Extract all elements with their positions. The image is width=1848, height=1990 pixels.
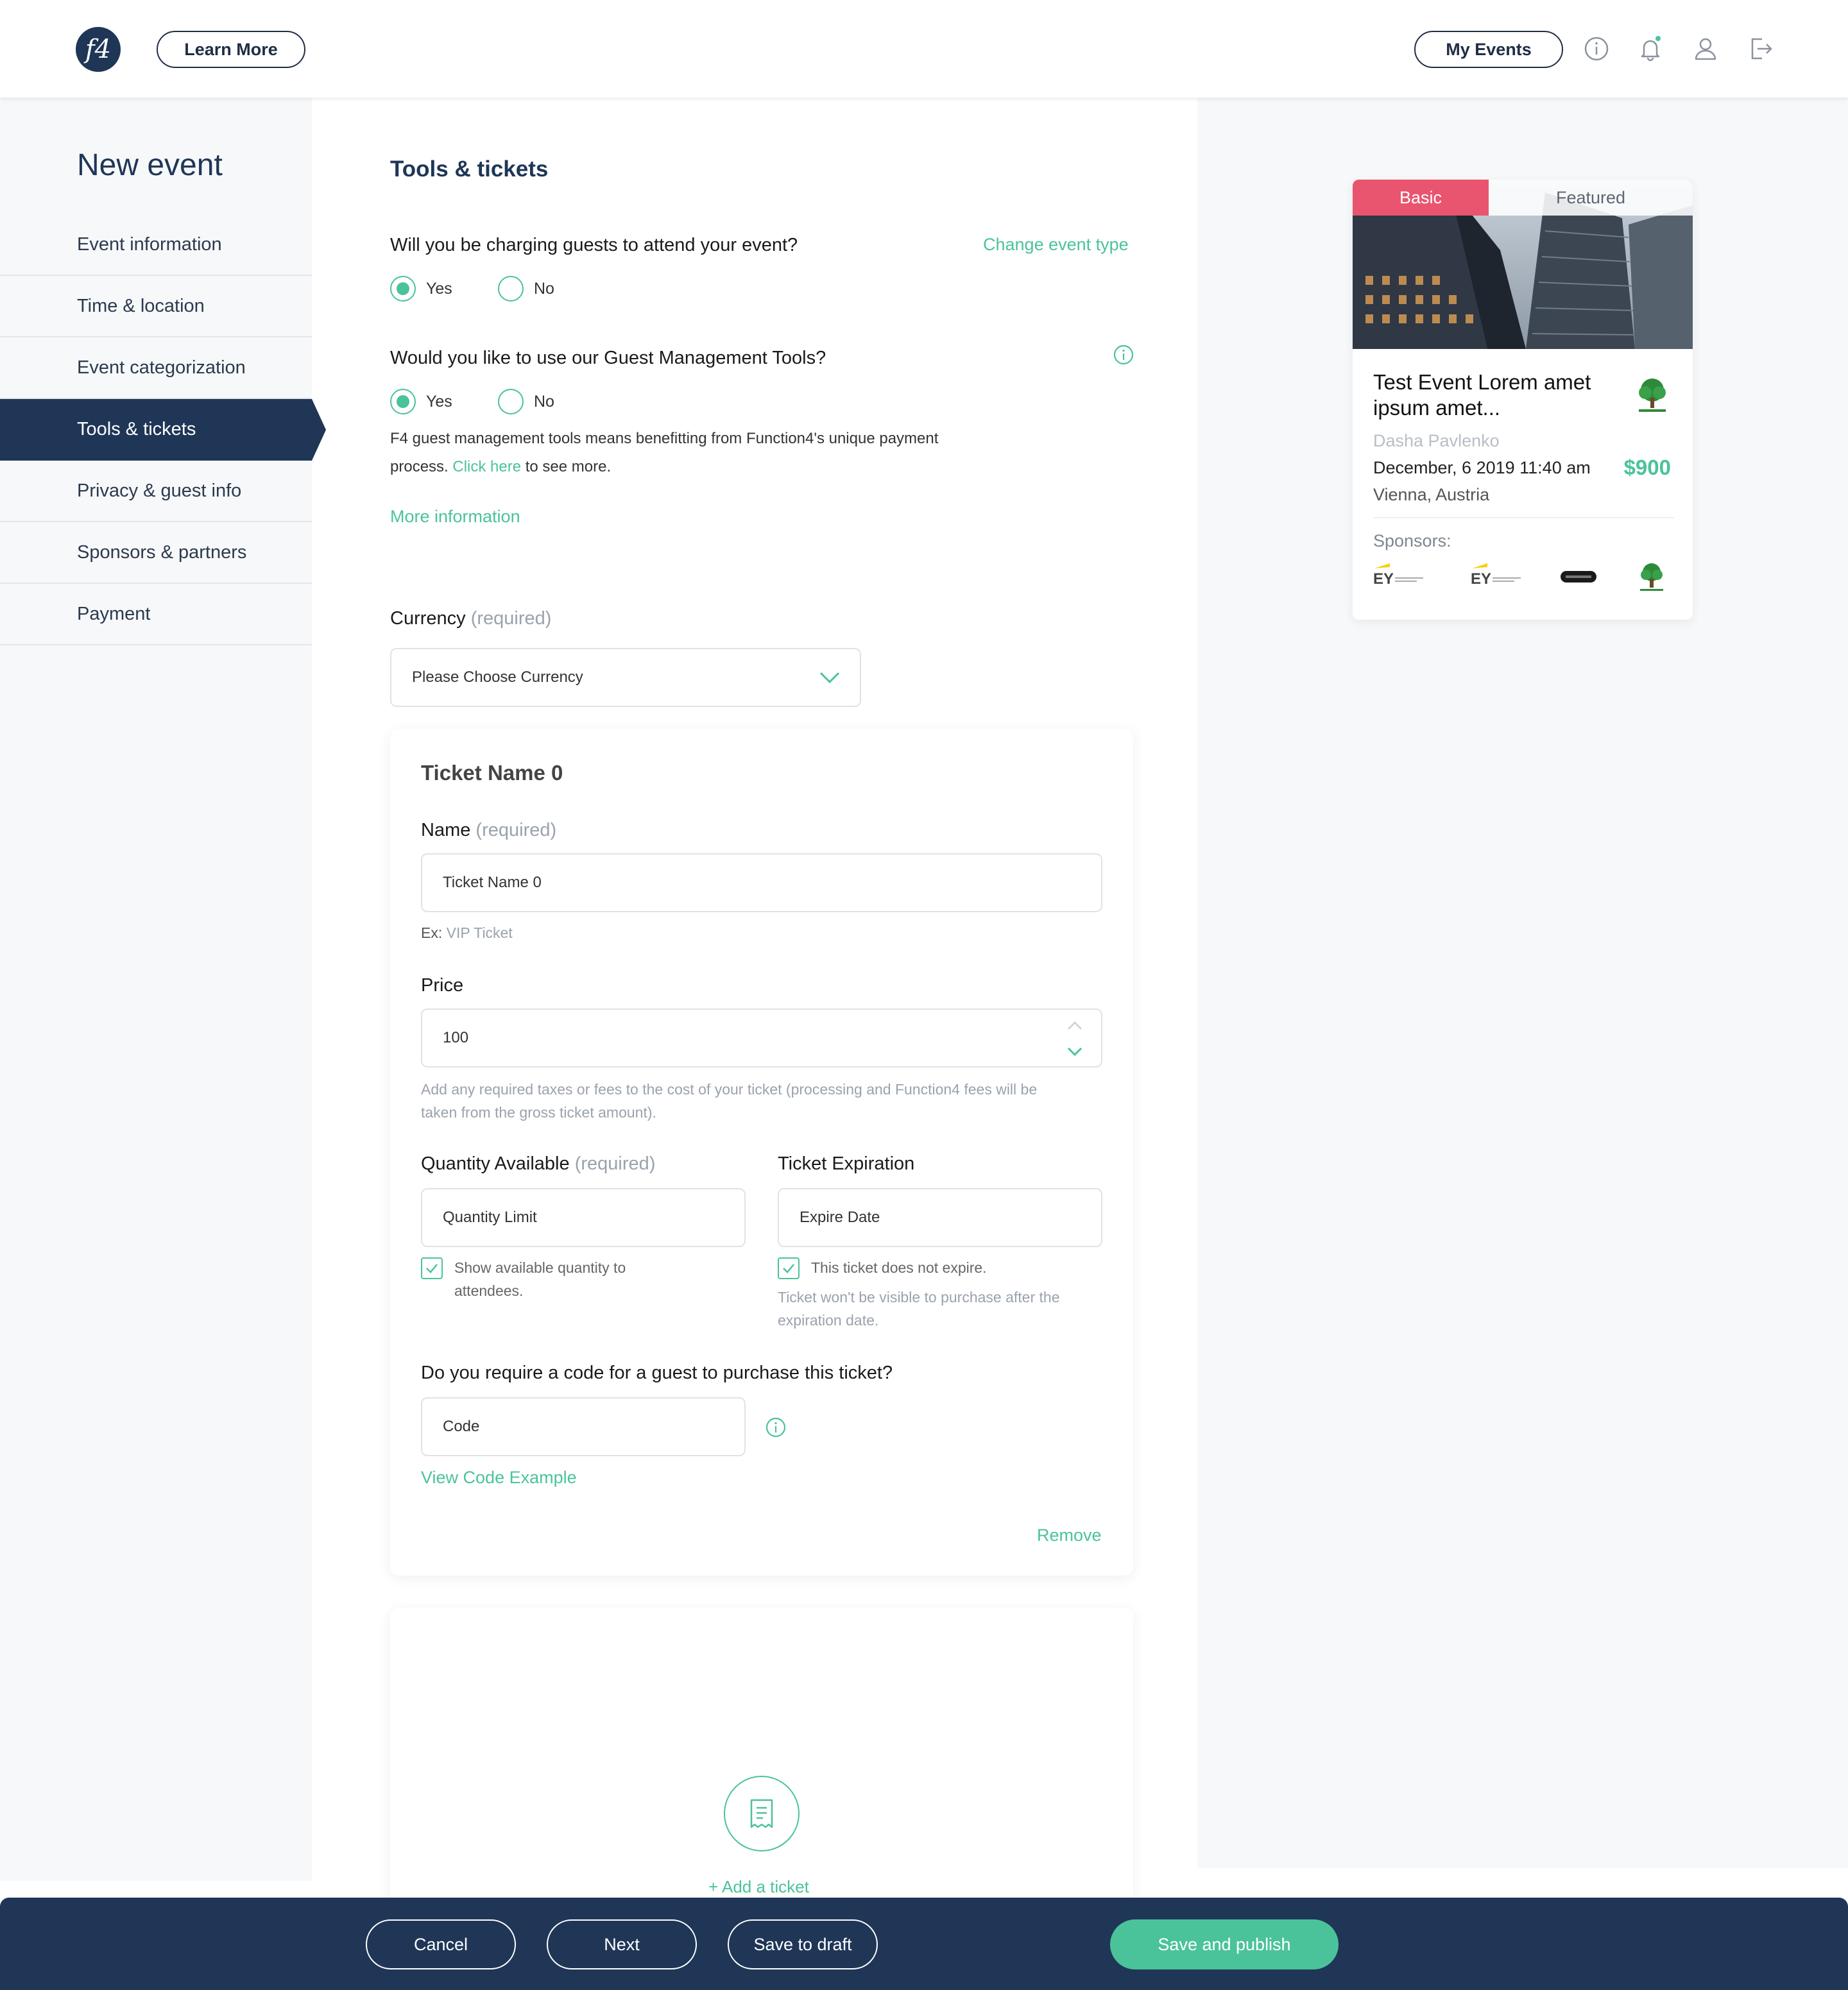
bottom-action-bar: Cancel Next Save to draft Save and publi… [0, 1898, 1848, 1990]
svg-text:EY: EY [1471, 570, 1491, 588]
remove-ticket-link[interactable]: Remove [1037, 1526, 1102, 1545]
expire-hint: Ticket won't be visible to purchase afte… [778, 1289, 1060, 1329]
sidebar-item-time-location[interactable]: Time & location [0, 276, 312, 337]
guest-management-info-icon[interactable] [1113, 344, 1134, 366]
page-title: New event [77, 148, 223, 182]
ticket-title: Ticket Name 0 [421, 761, 563, 785]
save-and-publish-button[interactable]: Save and publish [1110, 1919, 1339, 1969]
tree-company-sponsor-logo-icon [1635, 561, 1668, 594]
charge-no-label[interactable]: No [534, 280, 554, 298]
sidebar-item-sponsors-partners[interactable]: Sponsors & partners [0, 522, 312, 584]
view-code-example-link[interactable]: View Code Example [421, 1468, 577, 1488]
code-info-icon[interactable] [765, 1416, 787, 1438]
ticket-expiration-label: Ticket Expiration [778, 1153, 915, 1174]
gmt-no-radio[interactable] [498, 389, 524, 414]
preview-location: Vienna, Austria [1373, 485, 1490, 504]
user-profile-icon[interactable] [1690, 33, 1721, 64]
gmt-yes-label[interactable]: Yes [426, 393, 452, 411]
ticket-receipt-icon[interactable] [724, 1776, 800, 1851]
sidebar-item-event-categorization[interactable]: Event categorization [0, 337, 312, 399]
company-tree-logo-icon [1632, 376, 1672, 416]
sponsors-label: Sponsors: [1373, 531, 1451, 550]
guest-management-question: Would you like to use our Guest Manageme… [390, 348, 826, 368]
preview-divider [1373, 517, 1673, 518]
ticket-name-input[interactable]: Ticket Name 0 [421, 853, 1102, 912]
no-expire-label[interactable]: This ticket does not expire. [811, 1256, 987, 1279]
svg-text:EY: EY [1373, 570, 1394, 588]
code-question: Do you require a code for a guest to pur… [421, 1363, 893, 1383]
learn-more-button[interactable]: Learn More [157, 31, 305, 68]
currency-select[interactable]: Please Choose Currency [390, 648, 861, 707]
info-icon[interactable] [1581, 33, 1612, 64]
add-ticket-link[interactable]: + Add a ticket [708, 1877, 809, 1897]
price-label: Price [421, 975, 464, 996]
save-to-draft-button[interactable]: Save to draft [728, 1919, 878, 1969]
click-here-link[interactable]: Click here [452, 458, 521, 475]
preview-price: $900 [1623, 455, 1671, 479]
sidebar-item-payment[interactable]: Payment [0, 584, 312, 645]
tab-featured[interactable]: Featured [1489, 180, 1693, 216]
price-stepper[interactable] [1066, 1020, 1083, 1059]
section-title: Tools & tickets [390, 157, 549, 182]
price-input[interactable]: 100 [421, 1008, 1102, 1067]
change-event-type-link[interactable]: Change event type [983, 235, 1129, 255]
no-expire-checkbox[interactable] [778, 1257, 800, 1279]
dark-badge-sponsor-logo-icon [1559, 568, 1598, 585]
active-step-arrow [312, 399, 326, 461]
gmt-description: F4 guest management tools means benefitt… [390, 430, 939, 475]
ey-sponsor-logo-icon: EY [1371, 561, 1428, 590]
event-preview-card: Basic Featured Test Event Lorem amet ips… [1353, 180, 1693, 620]
expire-date-input[interactable]: Expire Date [778, 1188, 1102, 1247]
code-input[interactable]: Code [421, 1397, 746, 1456]
chevron-down-icon [819, 670, 841, 685]
gmt-no-label[interactable]: No [534, 393, 554, 411]
sidebar-item-tools-tickets[interactable]: Tools & tickets [0, 399, 312, 461]
price-hint: Add any required taxes or fees to the co… [421, 1081, 1038, 1121]
next-button[interactable]: Next [547, 1919, 697, 1969]
show-quantity-checkbox[interactable] [421, 1257, 443, 1279]
charge-guests-question: Will you be charging guests to attend yo… [390, 235, 798, 255]
logout-icon[interactable] [1745, 33, 1776, 64]
quantity-input[interactable]: Quantity Limit [421, 1188, 746, 1247]
sidebar-item-privacy-guest-info[interactable]: Privacy & guest info [0, 461, 312, 522]
ticket-name-hint: Ex: VIP Ticket [421, 924, 513, 941]
gmt-yes-radio[interactable] [390, 389, 416, 414]
cancel-button[interactable]: Cancel [366, 1919, 516, 1969]
preview-datetime: December, 6 2019 11:40 am [1373, 458, 1591, 477]
currency-label: Currency (required) [390, 608, 552, 629]
show-quantity-label[interactable]: Show available quantity to attendees. [454, 1256, 626, 1302]
sidebar-item-event-information[interactable]: Event information [0, 214, 312, 276]
quantity-label: Quantity Available (required) [421, 1153, 656, 1174]
tab-basic[interactable]: Basic [1353, 180, 1489, 216]
top-header: f4 Learn More My Events [0, 0, 1848, 98]
preview-organizer: Dasha Pavlenko [1373, 431, 1500, 450]
charge-no-radio[interactable] [498, 276, 524, 302]
charge-yes-radio[interactable] [390, 276, 416, 302]
more-information-link[interactable]: More information [390, 507, 520, 527]
charge-yes-label[interactable]: Yes [426, 280, 452, 298]
f4-logo[interactable]: f4 [76, 27, 121, 72]
ey-sponsor-logo-2-icon: EY [1468, 561, 1526, 590]
my-events-button[interactable]: My Events [1414, 31, 1563, 68]
ticket-name-label: Name (required) [421, 820, 557, 840]
add-ticket-card[interactable] [390, 1608, 1133, 1903]
preview-event-title: Test Event Lorem amet ipsum amet... [1373, 370, 1591, 420]
notification-bell-icon[interactable] [1635, 33, 1666, 64]
